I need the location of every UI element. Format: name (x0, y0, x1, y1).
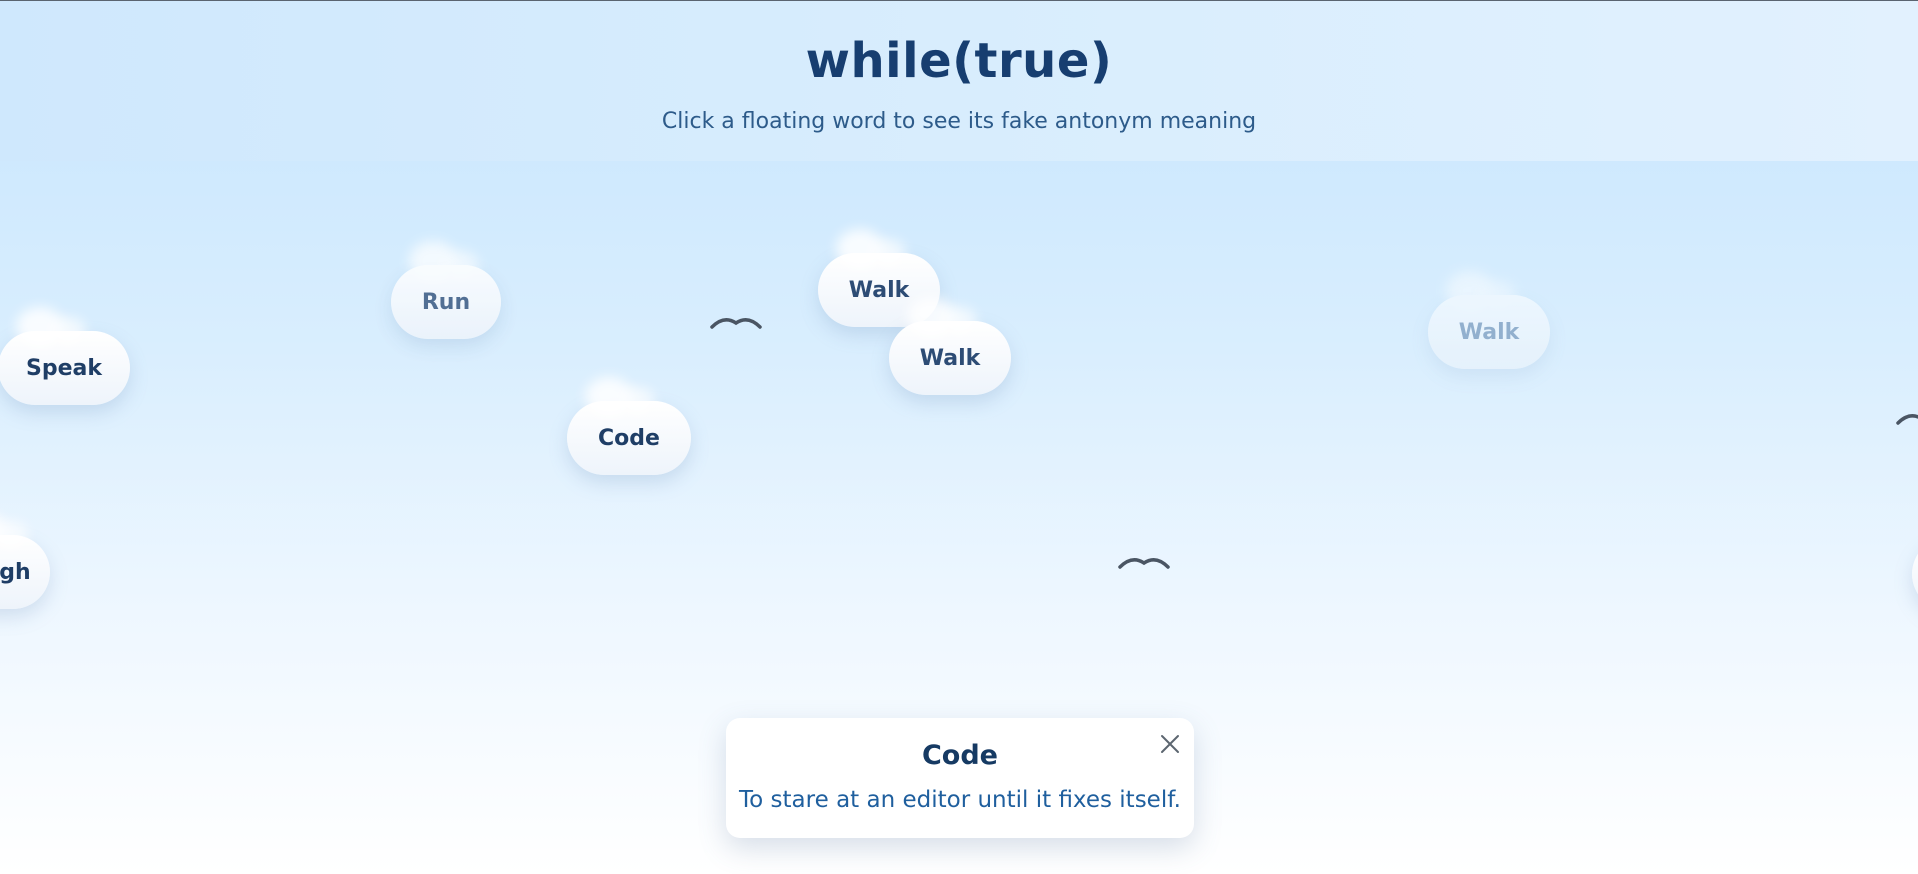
word-cloud-label: Walk (919, 345, 981, 371)
meaning-popup: Code To stare at an editor until it fixe… (726, 718, 1194, 838)
word-cloud-label: Code (598, 425, 660, 451)
page-header: while(true) Click a floating word to see… (0, 1, 1918, 161)
word-cloud-speak[interactable]: Speak (0, 331, 130, 405)
page-subtitle: Click a floating word to see its fake an… (661, 109, 1257, 134)
word-cloud-label: Walk (848, 277, 910, 303)
page-title: while(true) (805, 33, 1113, 89)
word-cloud-partial[interactable]: gh (0, 535, 50, 609)
bird-icon (1118, 558, 1170, 569)
word-cloud-walk[interactable]: Walk (1428, 295, 1550, 369)
word-cloud-label: Speak (26, 355, 102, 381)
popup-word: Code (921, 740, 998, 771)
word-cloud-run[interactable]: Run (391, 265, 501, 339)
word-cloud-code[interactable]: Code (567, 401, 691, 475)
bird-icon (1896, 414, 1918, 425)
close-icon[interactable] (1156, 730, 1184, 758)
word-cloud-offscreen[interactable] (1912, 537, 1918, 611)
word-cloud-label: gh (0, 559, 31, 585)
popup-meaning: To stare at an editor until it fixes its… (739, 787, 1181, 813)
word-cloud-walk[interactable]: Walk (889, 321, 1011, 395)
bird-icon (710, 318, 762, 329)
word-cloud-label: Run (421, 289, 471, 315)
word-cloud-label: Walk (1458, 319, 1520, 345)
